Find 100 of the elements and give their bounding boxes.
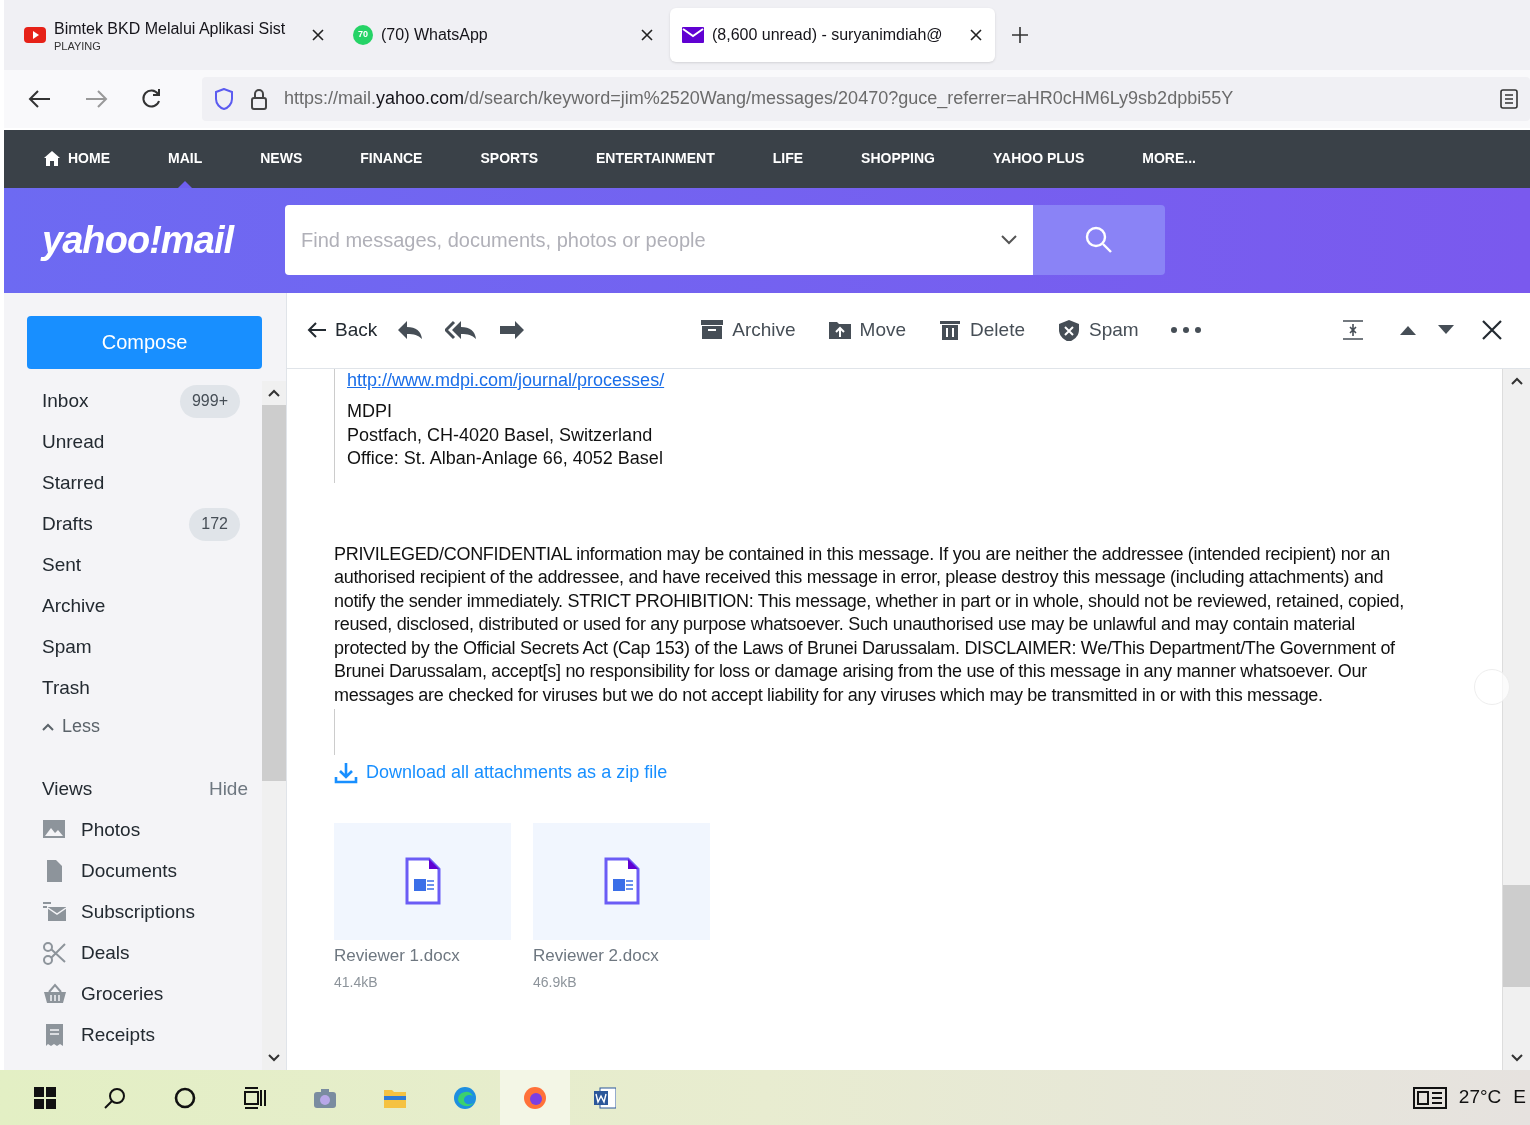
view-item[interactable]: Deals <box>42 932 246 974</box>
scrollbar[interactable] <box>1502 368 1530 1071</box>
weather-text: E <box>1513 1085 1527 1110</box>
camera-icon <box>314 1086 336 1109</box>
back-arrow-icon <box>307 322 327 339</box>
tab-subtitle: PLAYING <box>54 41 102 53</box>
yahoo-mail-logo: yahoo!mail <box>42 217 236 263</box>
attachment-thumbnail[interactable] <box>533 822 710 940</box>
browser-tab[interactable]: Bimtek BKD Melalui Aplikasi Sist PLAYING <box>12 7 337 62</box>
view-item[interactable]: Documents <box>42 850 246 892</box>
forward-icon[interactable] <box>499 320 526 341</box>
scrollbar-thumb[interactable] <box>1503 884 1530 987</box>
toolbar-button[interactable]: Archive <box>700 316 796 345</box>
reply-all-icon[interactable] <box>445 320 478 341</box>
reload-icon[interactable] <box>140 87 162 110</box>
view-item[interactable]: Groceries <box>42 973 246 1015</box>
scrollbar[interactable] <box>262 380 286 1071</box>
scroll-up-icon[interactable] <box>268 388 280 397</box>
reader-view-icon <box>1500 88 1518 109</box>
folder-item[interactable]: Sent <box>42 544 246 586</box>
folder-item[interactable]: Drafts 172 <box>42 503 246 545</box>
folder-item[interactable]: Unread <box>42 421 246 463</box>
firefox-icon <box>524 1086 546 1109</box>
folder-item[interactable]: Inbox 999+ <box>42 380 246 422</box>
plus-icon[interactable] <box>1011 25 1029 44</box>
reply-icon[interactable] <box>397 320 424 341</box>
back-arrow-icon[interactable] <box>28 88 52 109</box>
temperature-text: 27°C <box>1458 1085 1502 1110</box>
nav-link[interactable]: NEWS <box>260 129 303 188</box>
shield-icon <box>1057 319 1081 342</box>
toolbar-button[interactable]: Move <box>827 316 907 345</box>
address-bar[interactable]: https://mail.yahoo.com/d/search/keyword=jim%2520Wang/messages/20470?guce_referrer=aHR0cHM6Ly9sb2dpbi55Y <box>202 76 1530 121</box>
search-input[interactable]: Find messages, documents, photos or people <box>301 225 1001 256</box>
attachment-name: Reviewer 2.docx <box>533 944 660 967</box>
scroll-down-icon[interactable] <box>268 1054 280 1063</box>
search-icon <box>1085 226 1113 255</box>
nav-link[interactable]: LIFE <box>772 129 804 188</box>
search-box[interactable]: Find messages, documents, photos or people <box>285 205 1033 276</box>
toolbar-button[interactable]: Spam <box>1057 316 1139 345</box>
scissors-icon <box>42 941 67 966</box>
close-icon[interactable] <box>311 27 325 42</box>
chevron-down-icon <box>1001 235 1017 246</box>
back-button[interactable]: Back <box>307 316 378 345</box>
url-text: https://mail.yahoo.com/d/search/keyword=jim%2520Wang/messages/20470?guce_referrer=aHR0cHM6Ly9sb2dpbi55Y <box>284 87 1235 111</box>
address-line: Postfach, CH-4020 Basel, Switzerland <box>347 423 654 447</box>
word-file-icon <box>404 857 441 906</box>
tab-title: (70) WhatsApp <box>381 24 489 45</box>
archive-icon <box>700 319 725 342</box>
address-line: Office: St. Alban-Anlage 66, 4052 Basel <box>347 447 664 471</box>
browser-tab[interactable]: (8,600 unread) - suryanimdiah@ <box>670 7 995 62</box>
circle-icon <box>174 1086 196 1109</box>
attachment-thumbnail[interactable] <box>334 822 511 940</box>
trash-icon <box>938 319 963 342</box>
download-icon <box>334 762 358 784</box>
section-heading: Views <box>42 777 93 801</box>
scrollbar-thumb[interactable] <box>262 404 286 781</box>
nav-link[interactable]: HOME <box>44 129 110 188</box>
home-icon <box>44 151 60 167</box>
folder-item[interactable]: Trash <box>42 667 246 709</box>
close-icon[interactable] <box>640 27 654 42</box>
view-item[interactable]: Receipts <box>42 1014 246 1056</box>
scroll-up-icon[interactable] <box>1510 376 1523 385</box>
envelope-icon <box>682 26 704 43</box>
tab-title: (8,600 unread) - suryanimdiah@ <box>712 24 944 45</box>
count-badge: 172 <box>189 507 240 541</box>
forward-arrow-icon[interactable] <box>84 88 108 109</box>
folder-item[interactable]: Starred <box>42 462 246 504</box>
video-icon <box>24 26 46 43</box>
search-icon <box>104 1086 126 1109</box>
nav-link[interactable]: MORE... <box>1142 129 1196 188</box>
nav-link[interactable]: FINANCE <box>360 129 423 188</box>
count-badge: 999+ <box>179 384 240 418</box>
view-item[interactable]: Photos <box>42 809 246 851</box>
toolbar-button[interactable]: Delete <box>938 316 1025 345</box>
nav-link[interactable]: SHOPPING <box>861 129 935 188</box>
file-size: 46.9kB <box>533 973 578 993</box>
close-icon[interactable] <box>1482 320 1502 341</box>
scroll-down-icon[interactable] <box>1510 1054 1523 1063</box>
address-line: MDPI <box>347 400 393 424</box>
nav-link[interactable]: SPORTS <box>480 129 539 188</box>
less-toggle[interactable]: Less <box>42 708 246 745</box>
nav-link[interactable]: ENTERTAINMENT <box>596 129 715 188</box>
news-icon[interactable] <box>1412 1086 1447 1109</box>
close-icon[interactable] <box>969 27 983 42</box>
task-view-icon <box>244 1086 266 1109</box>
previous-icon[interactable] <box>1400 325 1416 336</box>
chevron-up-icon <box>42 722 54 731</box>
more-icon[interactable] <box>1170 327 1201 334</box>
collapse-icon[interactable] <box>1342 319 1364 342</box>
folder-item[interactable]: Spam <box>42 626 246 668</box>
nav-link[interactable]: YAHOO PLUS <box>993 129 1085 188</box>
folder-item[interactable]: Archive <box>42 585 246 627</box>
browser-icon <box>454 1086 476 1109</box>
hide-link[interactable]: Hide <box>208 775 248 804</box>
link[interactable]: http://www.mdpi.com/journal/processes/ <box>347 368 1422 393</box>
browser-tab[interactable]: 70 (70) WhatsApp <box>341 7 666 62</box>
next-icon[interactable] <box>1438 325 1454 336</box>
attachment-name: Reviewer 1.docx <box>334 944 461 967</box>
folder-arrow-icon <box>827 319 852 342</box>
view-item[interactable]: Subscriptions <box>42 891 246 933</box>
